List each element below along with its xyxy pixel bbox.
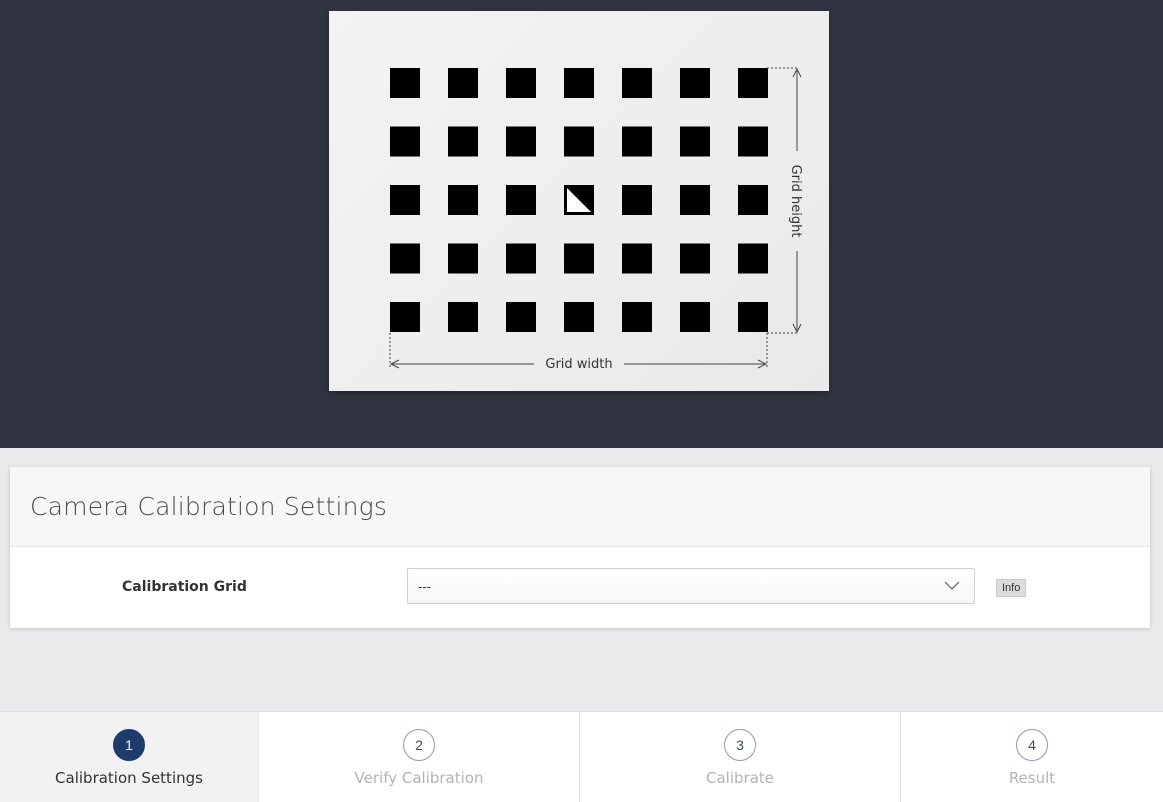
step-label: Verify Calibration: [354, 769, 484, 787]
wizard-steps: 1 Calibration Settings 2 Verify Calibrat…: [0, 711, 1163, 802]
grid-preview-area: Grid height Grid width: [0, 0, 1163, 448]
grid-square: [506, 302, 536, 332]
info-button[interactable]: Info: [996, 579, 1027, 597]
grid-square: [738, 185, 768, 215]
grid-width-label: Grid width: [545, 357, 612, 372]
grid-square: [564, 243, 594, 274]
grid-square: [738, 126, 768, 157]
step-label: Calibrate: [706, 769, 774, 787]
grid-square: [680, 302, 710, 332]
grid-square: [448, 126, 478, 157]
calibration-grid-selected-value: ---: [418, 579, 431, 594]
grid-square: [622, 243, 652, 274]
calibration-grid-card: Grid height Grid width: [329, 11, 829, 391]
grid-square: [564, 68, 594, 98]
chevron-down-icon: [944, 581, 960, 590]
step-result[interactable]: 4 Result: [901, 712, 1163, 802]
grid-square: [680, 185, 710, 215]
grid-square: [622, 302, 652, 332]
grid-square: [390, 302, 420, 332]
grid-marker-square: [564, 185, 594, 215]
step-label: Result: [1008, 769, 1056, 787]
grid-square: [448, 243, 478, 274]
step-number-badge: 1: [113, 729, 145, 761]
grid-square: [448, 68, 478, 98]
grid-square: [564, 126, 594, 157]
grid-square: [680, 126, 710, 157]
grid-square: [448, 302, 478, 332]
grid-square: [738, 302, 768, 332]
grid-square: [506, 68, 536, 98]
step-verify-calibration[interactable]: 2 Verify Calibration: [259, 712, 580, 802]
grid-square: [564, 302, 594, 332]
step-number-badge: 4: [1016, 729, 1048, 761]
grid-square: [506, 243, 536, 274]
calibration-grid-select[interactable]: ---: [407, 568, 975, 604]
grid-square: [622, 126, 652, 157]
grid-square: [738, 243, 768, 274]
grid-square: [390, 68, 420, 98]
camera-calibration-settings-panel: Camera Calibration Settings Calibration …: [10, 467, 1150, 628]
calibration-grid-label: Calibration Grid: [122, 579, 247, 595]
step-label: Calibration Settings: [55, 769, 203, 787]
grid-square: [680, 68, 710, 98]
calibration-grid-row: Calibration Grid --- Info: [10, 547, 1150, 628]
grid-square: [622, 185, 652, 215]
grid-square: [390, 185, 420, 215]
grid-square: [506, 185, 536, 215]
step-calibration-settings[interactable]: 1 Calibration Settings: [0, 712, 259, 802]
grid-height-dimension: Grid height: [767, 67, 803, 334]
step-number-badge: 3: [724, 729, 756, 761]
step-calibrate[interactable]: 3 Calibrate: [580, 712, 901, 802]
calibration-grid-diagram: Grid height Grid width: [389, 67, 803, 372]
grid-height-label: Grid height: [788, 165, 803, 238]
grid-square: [680, 243, 710, 274]
step-number-badge: 2: [403, 729, 435, 761]
grid-square: [506, 126, 536, 157]
grid-square: [390, 243, 420, 274]
grid-square: [448, 185, 478, 215]
grid-width-dimension: Grid width: [389, 333, 768, 372]
grid-square: [390, 126, 420, 157]
grid-square: [738, 68, 768, 98]
grid-square: [622, 68, 652, 98]
panel-header: Camera Calibration Settings: [10, 467, 1150, 547]
panel-title: Camera Calibration Settings: [30, 492, 388, 521]
